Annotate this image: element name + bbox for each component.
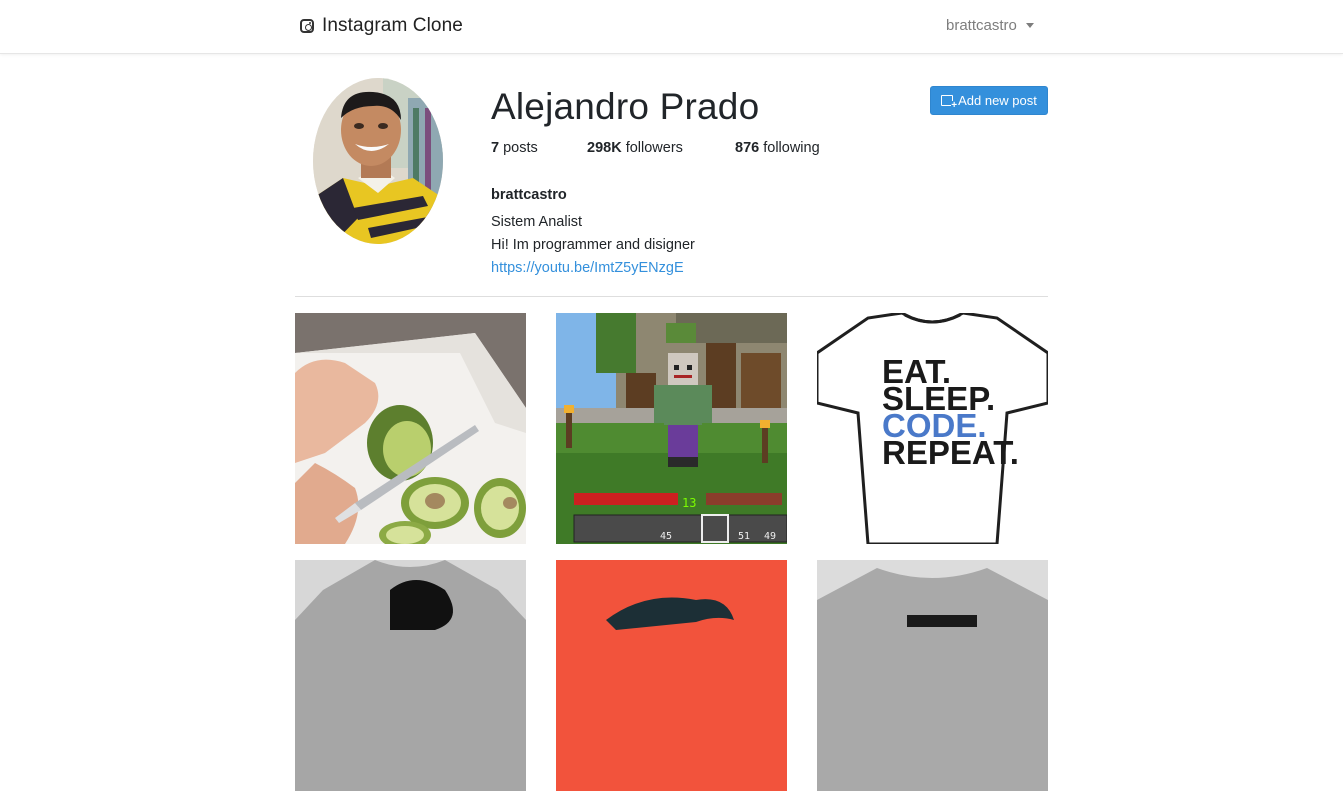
user-dropdown-label: brattcastro xyxy=(946,17,1017,34)
navbar: Instagram Clone brattcastro xyxy=(0,0,1343,54)
add-new-post-label: Add new post xyxy=(958,93,1037,108)
user-dropdown[interactable]: brattcastro xyxy=(946,17,1034,34)
following-label: following xyxy=(759,140,820,156)
post-thumbnail-tshirt[interactable]: EAT. SLEEP. CODE. REPEAT. xyxy=(817,313,1048,544)
caret-down-icon xyxy=(1025,23,1034,28)
post-thumbnail-red[interactable] xyxy=(556,560,787,791)
profile-divider xyxy=(295,296,1048,297)
profile-username: brattcastro xyxy=(491,187,567,203)
level-counter: 13 xyxy=(682,496,696,510)
profile-url-link[interactable]: https://youtu.be/ImtZ5yENzgE xyxy=(491,260,684,276)
tshirt-line-repeat: REPEAT. xyxy=(882,434,1019,471)
item-count-2: 51 xyxy=(738,531,750,542)
stat-following[interactable]: 876 following xyxy=(735,140,820,156)
profile-title: Sistem Analist xyxy=(491,214,583,230)
profile-avatar xyxy=(313,78,443,244)
post-thumbnail-minecraft[interactable]: 13 45 51 49 xyxy=(556,313,787,544)
followers-count: 298K xyxy=(587,140,622,156)
stat-followers[interactable]: 298K followers xyxy=(587,140,735,156)
brand-title: Instagram Clone xyxy=(322,15,463,36)
profile-stats: 7 posts 298K followers 876 following xyxy=(491,140,820,156)
image-add-icon xyxy=(941,95,958,111)
brand-link[interactable]: Instagram Clone xyxy=(300,15,463,37)
followers-label: followers xyxy=(621,140,683,156)
posts-count: 7 xyxy=(491,140,500,156)
profile-description: Hi! Im programmer and disigner xyxy=(491,237,695,253)
post-thumbnail-avocado[interactable] xyxy=(295,313,526,544)
item-count-1: 45 xyxy=(660,531,672,542)
stat-posts: 7 posts xyxy=(491,140,587,156)
item-count-3: 49 xyxy=(764,531,776,542)
posts-label: posts xyxy=(499,140,538,156)
post-thumbnail-grey-tee-2[interactable] xyxy=(817,560,1048,791)
health-bar xyxy=(574,493,782,505)
following-count: 876 xyxy=(735,140,760,156)
profile-name: Alejandro Prado xyxy=(491,86,760,127)
add-new-post-button[interactable]: Add new post xyxy=(930,86,1048,115)
instagram-icon xyxy=(300,19,314,33)
post-thumbnail-grey-tee[interactable] xyxy=(295,560,526,791)
